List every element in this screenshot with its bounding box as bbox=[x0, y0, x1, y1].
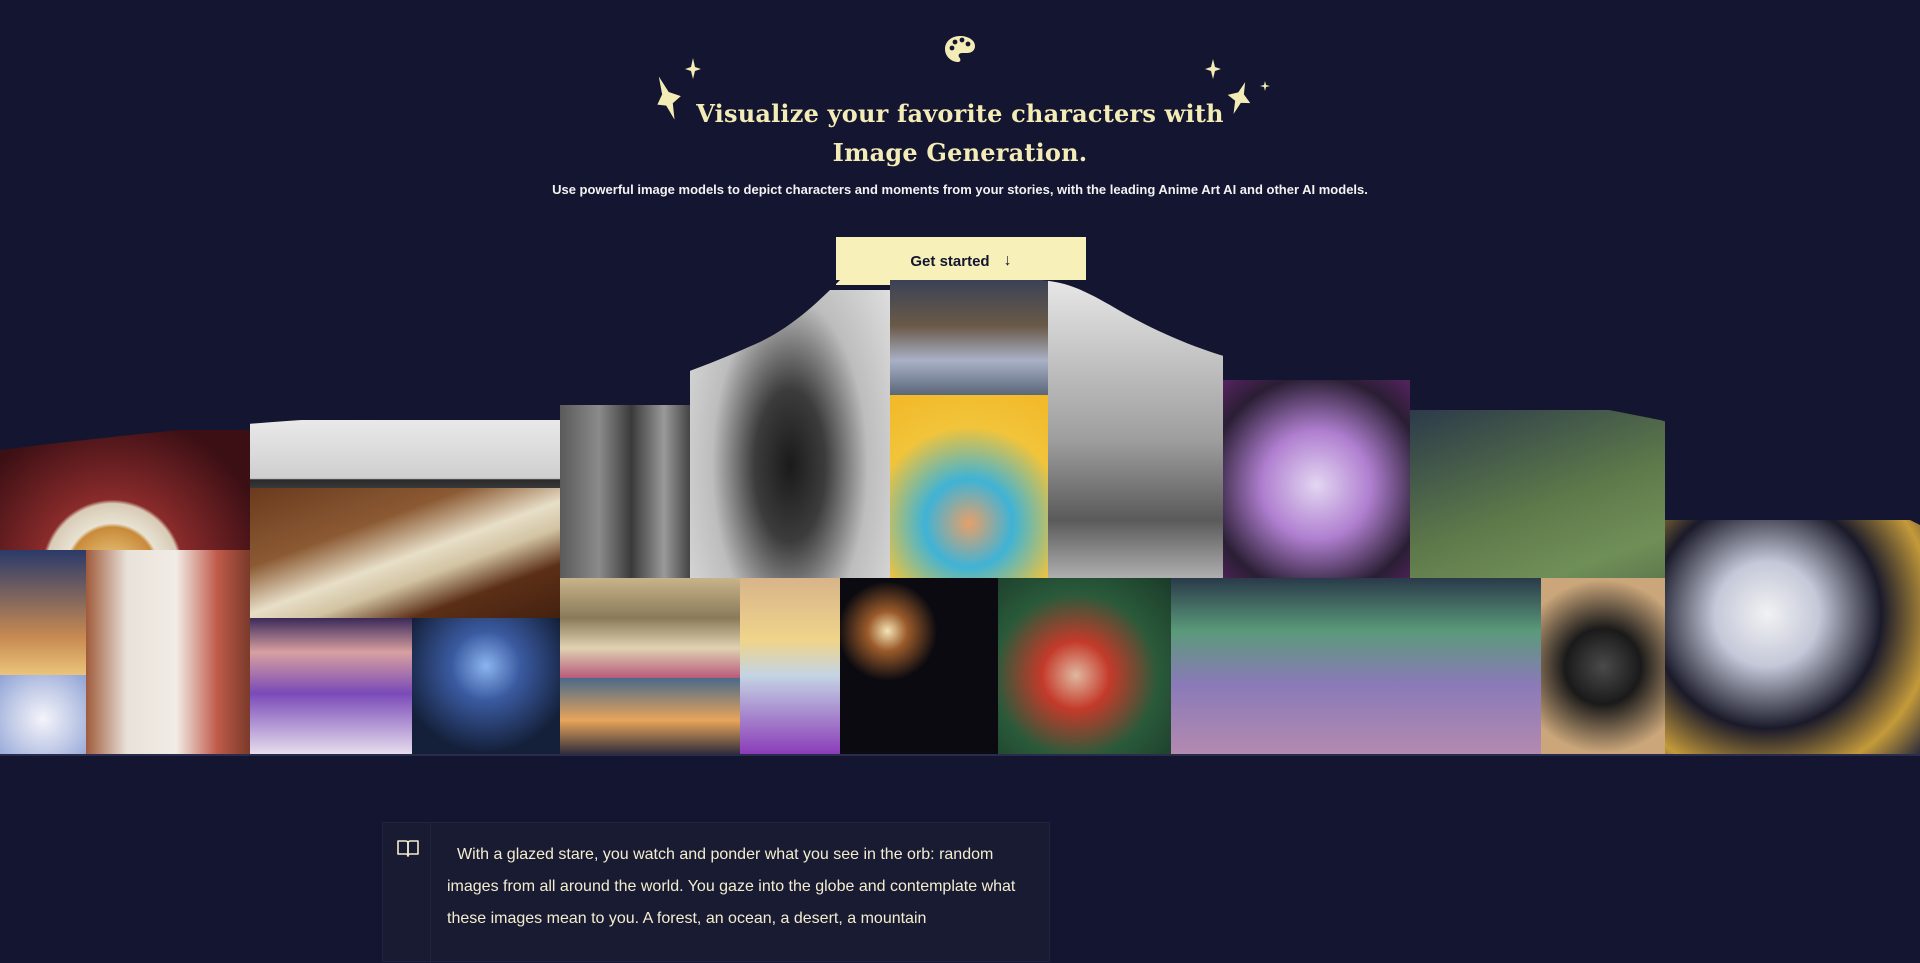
gallery-image-red-haired-woman[interactable] bbox=[998, 578, 1171, 755]
gallery-image-purple-haired-girl[interactable] bbox=[250, 618, 412, 755]
gallery-image-hooded-mage[interactable] bbox=[412, 618, 560, 755]
story-gutter bbox=[383, 823, 431, 963]
book-icon bbox=[397, 840, 419, 857]
hero-section: Visualize your favorite characters with … bbox=[0, 0, 1920, 300]
story-text: With a glazed stare, you watch and ponde… bbox=[447, 846, 1016, 927]
arrow-down-icon: ↓ bbox=[1003, 252, 1012, 269]
gallery-image-fairy-palace[interactable] bbox=[560, 578, 740, 678]
gallery-image-fireworks[interactable] bbox=[840, 578, 998, 755]
gallery-image-aurora[interactable] bbox=[1171, 578, 1541, 755]
page-title: Visualize your favorite characters with … bbox=[0, 94, 1920, 172]
gallery-image-sunset-clouds[interactable] bbox=[560, 678, 740, 755]
gallery-image-dark-knight[interactable] bbox=[1541, 578, 1665, 755]
gallery-image-white-haired-girl-kimono[interactable] bbox=[86, 550, 250, 755]
gallery-mosaic bbox=[0, 280, 1920, 755]
palette-icon bbox=[945, 36, 975, 62]
gallery-image-study-desk[interactable] bbox=[250, 488, 560, 638]
get-started-label: Get started bbox=[910, 252, 990, 270]
story-card: With a glazed stare, you watch and ponde… bbox=[382, 822, 1050, 963]
image-gallery bbox=[0, 280, 1920, 756]
gallery-image-white-wolf[interactable] bbox=[1665, 520, 1920, 755]
title-line-2: Image Generation. bbox=[832, 138, 1088, 167]
page-subtitle: Use powerful image models to depict char… bbox=[552, 182, 1368, 197]
get-started-button[interactable]: Get started ↓ bbox=[836, 237, 1086, 285]
gallery-image-blonde-girl[interactable] bbox=[740, 578, 840, 755]
gallery-image-library-corridor[interactable] bbox=[890, 280, 1048, 395]
title-line-1: Visualize your favorite characters with bbox=[696, 99, 1224, 128]
gallery-divider bbox=[0, 754, 1920, 756]
gallery-image-dragon-sunset[interactable] bbox=[0, 550, 86, 675]
gallery-image-white-haired-girl-chibi[interactable] bbox=[0, 675, 86, 755]
